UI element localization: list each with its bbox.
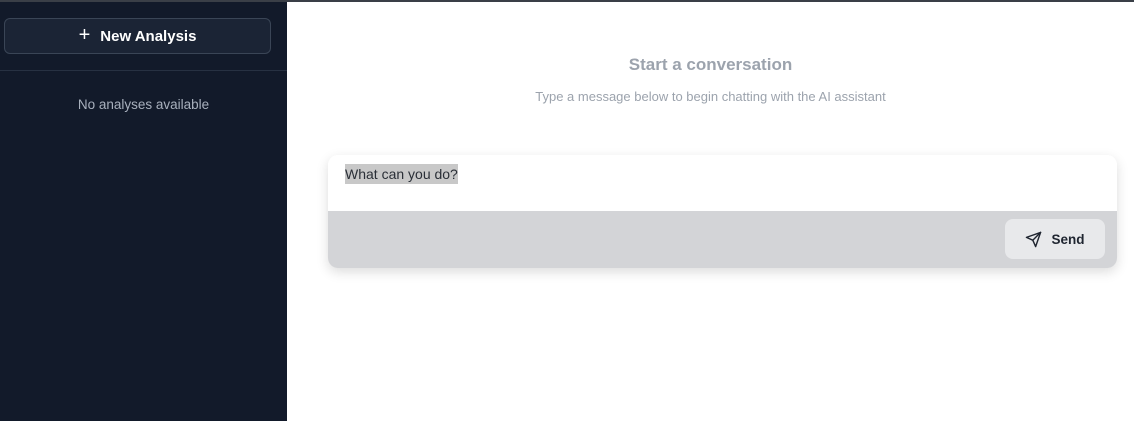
sidebar: + New Analysis No analyses available bbox=[0, 2, 287, 421]
conversation-subheading: Type a message below to begin chatting w… bbox=[535, 89, 886, 104]
send-icon bbox=[1025, 231, 1042, 248]
message-composer: What can you do? Send bbox=[328, 155, 1117, 268]
chat-area: Start a conversation Type a message belo… bbox=[287, 2, 1134, 421]
plus-icon: + bbox=[78, 24, 91, 46]
app-window: + New Analysis No analyses available Sta… bbox=[0, 0, 1134, 421]
message-input-text: What can you do? bbox=[345, 164, 458, 184]
empty-analyses-text: No analyses available bbox=[77, 97, 210, 112]
conversation-heading: Start a conversation bbox=[628, 55, 793, 74]
new-analysis-label: New Analysis bbox=[100, 27, 197, 45]
send-button[interactable]: Send bbox=[1005, 219, 1105, 259]
sidebar-divider bbox=[0, 70, 287, 71]
new-analysis-button[interactable]: + New Analysis bbox=[4, 18, 271, 54]
message-input[interactable]: What can you do? bbox=[328, 155, 1117, 211]
send-label: Send bbox=[1051, 231, 1085, 247]
composer-toolbar: Send bbox=[328, 211, 1117, 268]
